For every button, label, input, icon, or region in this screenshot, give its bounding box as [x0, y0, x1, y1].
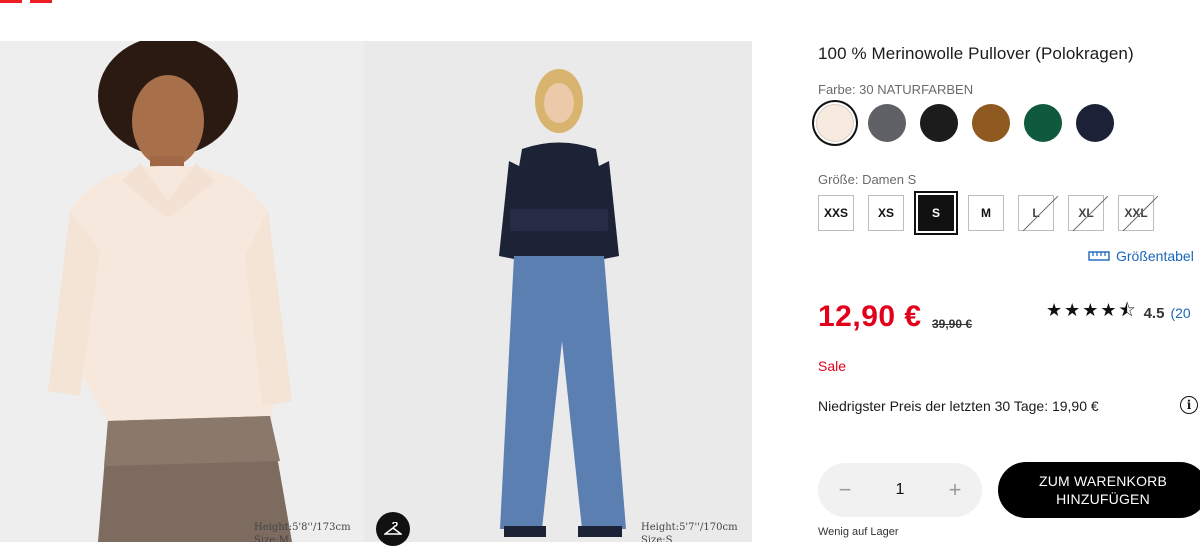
swatch-gray[interactable]: [868, 104, 906, 142]
quantity-decrease-button[interactable]: −: [818, 463, 872, 517]
size-button-m[interactable]: M: [968, 195, 1004, 231]
stock-status: Wenig auf Lager: [818, 526, 899, 538]
add-to-cart-line-1: ZUM WARENKORB: [1038, 473, 1168, 489]
logo-bar-left: [0, 0, 22, 3]
product-title: 100 % Merinowolle Pullover (Polokragen): [818, 44, 1134, 63]
size-button-xl[interactable]: XL: [1068, 195, 1104, 231]
size-button-l[interactable]: L: [1018, 195, 1054, 231]
ruler-icon: [1088, 251, 1110, 261]
size-button-xxl[interactable]: XXL: [1118, 195, 1154, 231]
add-to-cart-line-2: HINZUFÜGEN: [1056, 491, 1150, 507]
add-to-cart-label: ZUM WARENKORB HINZUFÜGEN: [1039, 472, 1167, 508]
swatch-black[interactable]: [920, 104, 958, 142]
quantity-increase-button[interactable]: +: [928, 463, 982, 517]
model-info-left: Height:5'8''/173cm Size:M: [254, 521, 351, 542]
color-swatches: [816, 104, 1114, 142]
swatch-navy[interactable]: [1076, 104, 1114, 142]
size-table-link[interactable]: Größentabel: [1088, 248, 1194, 264]
review-count-link[interactable]: (20: [1170, 305, 1190, 321]
star-rating-icon: ★★★★⯪: [1046, 300, 1138, 320]
swatch-natural[interactable]: [816, 104, 854, 142]
model-size-right: Size:S: [641, 535, 673, 542]
rating[interactable]: ★★★★⯪ 4.5 (20: [1046, 298, 1191, 328]
logo-bar-right: [30, 0, 52, 3]
size-selector: XXS XS S M L XL XXL: [818, 195, 1154, 231]
model-size-left: Size:M: [254, 535, 289, 542]
sale-price: 12,90 €: [818, 300, 922, 333]
model-info-right: Height:5'7''/170cm Size:S: [641, 521, 738, 542]
sale-badge: Sale: [818, 358, 847, 374]
brand-logo[interactable]: [0, 0, 54, 3]
model-illustration-right: [364, 41, 752, 542]
original-price: 39,90 €: [932, 317, 973, 331]
rating-value: 4.5: [1143, 304, 1165, 322]
add-to-cart-button[interactable]: ZUM WARENKORB HINZUFÜGEN: [998, 462, 1200, 518]
model-height-left: Height:5'8''/173cm: [254, 522, 351, 533]
size-button-s[interactable]: S: [918, 195, 954, 231]
hanger-icon-glyph: [384, 522, 402, 535]
swatch-green[interactable]: [1024, 104, 1062, 142]
quantity-stepper: − 1 +: [818, 463, 982, 517]
swatch-brown[interactable]: [972, 104, 1010, 142]
info-icon[interactable]: i: [1180, 396, 1198, 414]
model-height-right: Height:5'7''/170cm: [641, 522, 738, 533]
color-label: Farbe: 30 NATURFARBEN: [818, 82, 974, 97]
product-image-front[interactable]: Height:5'8''/173cm Size:M: [0, 41, 364, 542]
product-image-full[interactable]: Height:5'7''/170cm Size:S: [364, 41, 752, 542]
model-illustration-left: [0, 41, 364, 542]
size-button-xxs[interactable]: XXS: [818, 195, 854, 231]
size-table-label: Größentabel: [1116, 248, 1194, 264]
lowest-price-note: Niedrigster Preis der letzten 30 Tage: 1…: [818, 398, 1099, 414]
quantity-value[interactable]: 1: [872, 481, 928, 499]
size-label: Größe: Damen S: [818, 172, 917, 187]
size-button-xs[interactable]: XS: [868, 195, 904, 231]
hanger-icon[interactable]: [376, 512, 410, 546]
